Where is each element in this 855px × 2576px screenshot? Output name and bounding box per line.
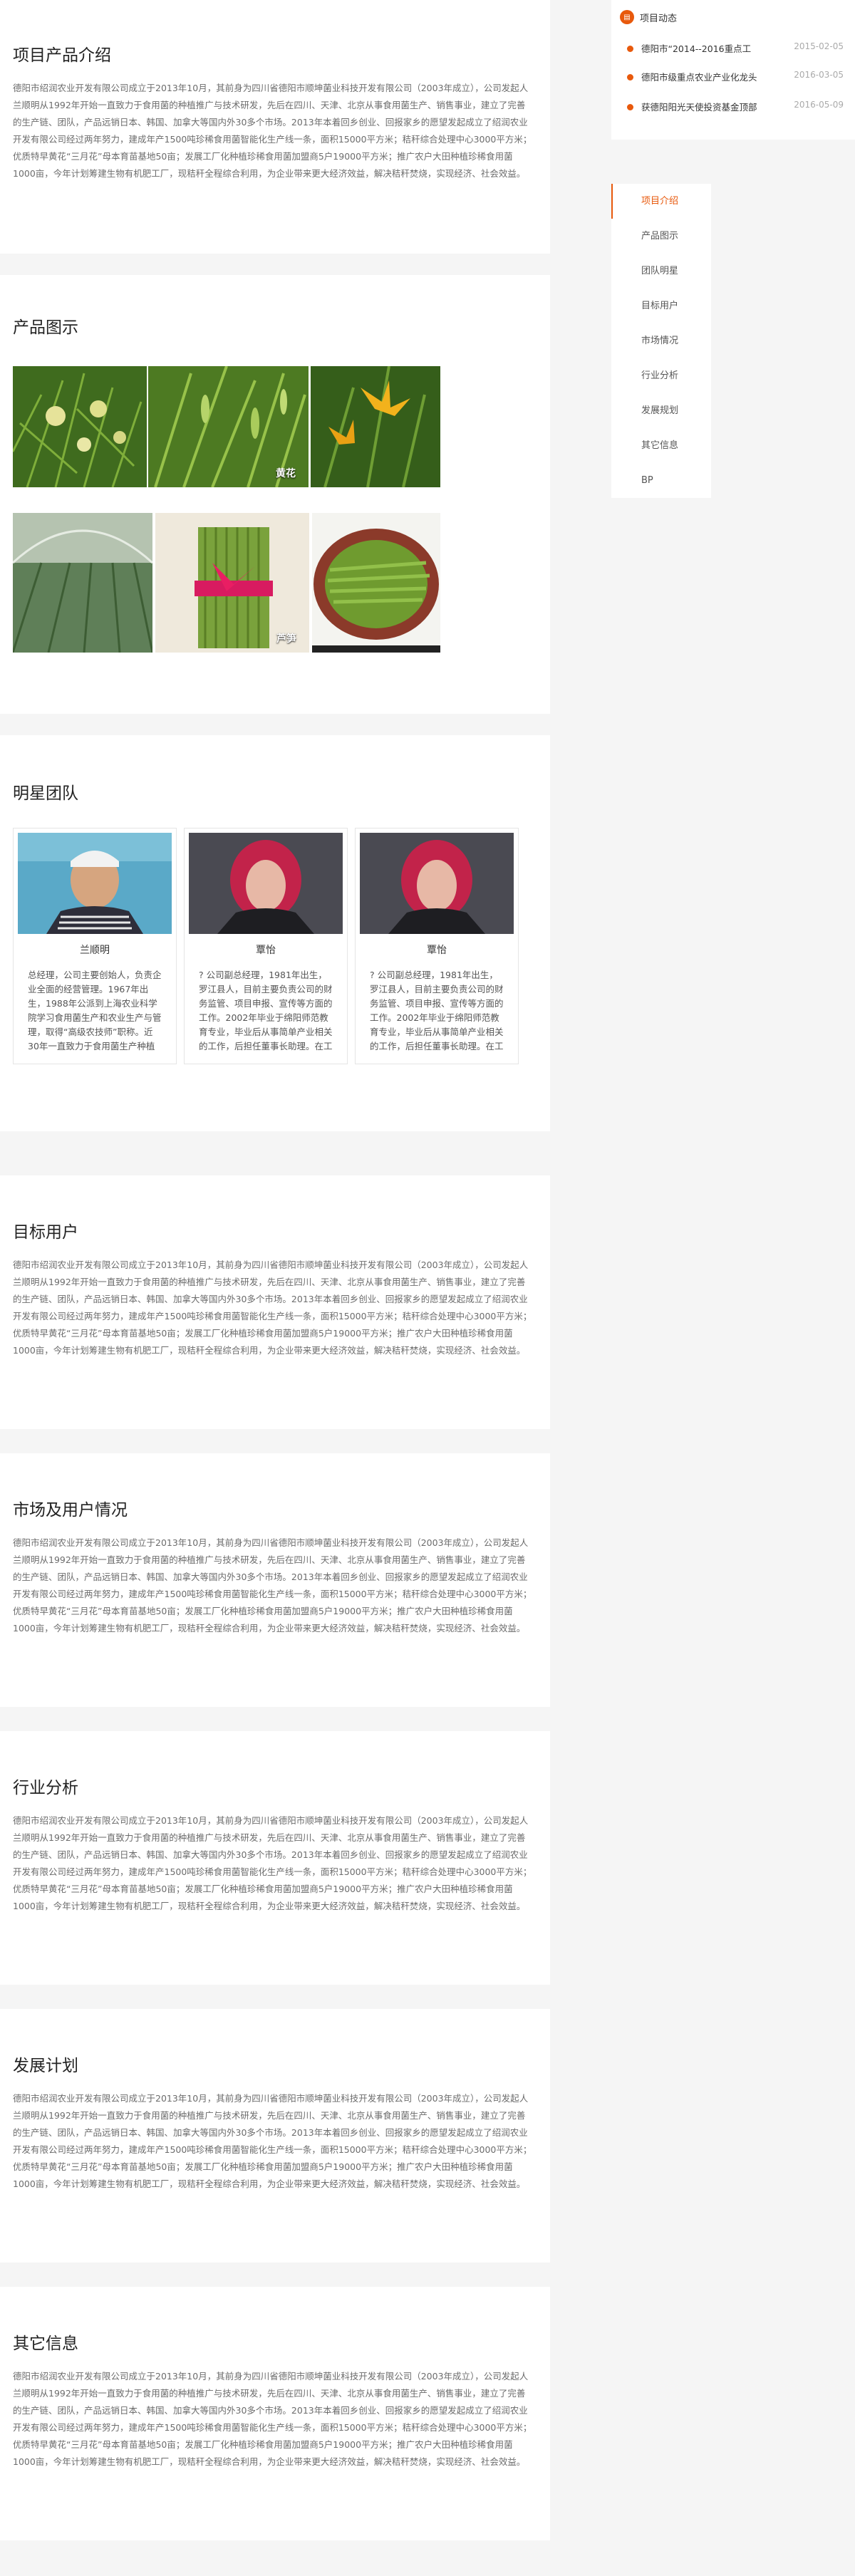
news-item-date: 2015-02-05	[794, 41, 844, 51]
member-name: 覃怡	[427, 945, 447, 956]
industry-section: 行业分析 德阳市绍润农业开发有限公司成立于2013年10月，其前身为四川省德阳市…	[0, 1731, 550, 1985]
member-photo	[189, 833, 343, 934]
market-section: 市场及用户情况 德阳市绍润农业开发有限公司成立于2013年10月，其前身为四川省…	[0, 1453, 550, 1707]
news-item-title[interactable]: 德阳市级重点农业产业化龙头	[641, 70, 784, 83]
member-name: 兰顺明	[80, 945, 110, 956]
member-bio: 总经理，公司主要创始人，负责企业全面的经营管理。1967年出生，1988年公派到…	[28, 970, 162, 1051]
member-name: 覃怡	[256, 945, 276, 956]
image-caption: 黄花	[276, 468, 296, 479]
member-photo	[18, 833, 172, 934]
other-info-text: 德阳市绍润农业开发有限公司成立于2013年10月，其前身为四川省德阳市顺坤菌业科…	[13, 2371, 532, 2467]
industry-text: 德阳市绍润农业开发有限公司成立于2013年10月，其前身为四川省德阳市顺坤菌业科…	[13, 1815, 532, 1911]
nav-item-products[interactable]: 产品图示	[611, 219, 711, 254]
nav-item-plan[interactable]: 发展规划	[611, 393, 711, 428]
news-icon: ▤	[620, 10, 634, 24]
member-bio: ? 公司副总经理，1981年出生，罗江县人，目前主要负责公司的财务监管、项目申报…	[199, 970, 333, 1051]
section-title: 行业分析	[13, 1779, 78, 1797]
other-info-section: 其它信息 德阳市绍润农业开发有限公司成立于2013年10月，其前身为四川省德阳市…	[0, 2287, 550, 2540]
nav-item-industry[interactable]: 行业分析	[611, 358, 711, 393]
intro-text: 德阳市绍润农业开发有限公司成立于2013年10月，其前身为四川省德阳市顺坤菌业科…	[13, 83, 532, 179]
target-users-text: 德阳市绍润农业开发有限公司成立于2013年10月，其前身为四川省德阳市顺坤菌业科…	[13, 1260, 532, 1356]
news-item-title[interactable]: 德阳市“2014--2016重点工	[641, 41, 784, 55]
section-title: 产品图示	[13, 318, 78, 337]
news-header: ▤ 项目动态	[620, 10, 677, 24]
image-caption: 芦笋	[276, 633, 296, 645]
team-member-card[interactable]: 覃怡 ? 公司副总经理，1981年出生，罗江县人，目前主要负责公司的财务监管、项…	[355, 828, 519, 1064]
plan-section: 发展计划 德阳市绍润农业开发有限公司成立于2013年10月，其前身为四川省德阳市…	[0, 2009, 550, 2263]
intro-section: 项目产品介绍 德阳市绍润农业开发有限公司成立于2013年10月，其前身为四川省德…	[0, 0, 550, 254]
news-item-date: 2016-05-09	[794, 100, 844, 110]
section-title: 市场及用户情况	[13, 1501, 128, 1520]
daylily-buds-image: 黄花	[148, 366, 309, 487]
project-news-panel: ▤ 项目动态 德阳市“2014--2016重点工 2015-02-05 德阳市级…	[611, 0, 855, 140]
nav-item-bp[interactable]: BP	[611, 463, 711, 498]
asparagus-basket-image	[312, 513, 440, 653]
news-item-title[interactable]: 获德阳阳光天使投资基金顶部	[641, 100, 784, 113]
nav-item-intro[interactable]: 项目介绍	[611, 184, 711, 219]
section-title: 发展计划	[13, 2057, 78, 2075]
news-item-date: 2016-03-05	[794, 70, 844, 80]
team-member-card[interactable]: 兰顺明 总经理，公司主要创始人，负责企业全面的经营管理。1967年出生，1988…	[13, 828, 177, 1064]
news-title: 项目动态	[640, 13, 678, 24]
bullet-icon	[627, 46, 633, 52]
member-photo	[360, 833, 514, 934]
daylily-flower-image	[311, 366, 440, 487]
nav-item-other[interactable]: 其它信息	[611, 428, 711, 463]
bullet-icon	[627, 74, 633, 80]
greenhouse-image	[13, 513, 152, 653]
section-nav: 项目介绍 产品图示 团队明星 目标用户 市场情况 行业分析 发展规划 其它信息 …	[611, 184, 711, 498]
news-item[interactable]: 德阳市“2014--2016重点工 2015-02-05	[627, 41, 854, 56]
plan-text: 德阳市绍润农业开发有限公司成立于2013年10月，其前身为四川省德阳市顺坤菌业科…	[13, 2093, 532, 2189]
news-item[interactable]: 德阳市级重点农业产业化龙头 2016-03-05	[627, 70, 854, 84]
member-bio: ? 公司副总经理，1981年出生，罗江县人，目前主要负责公司的财务监管、项目申报…	[370, 970, 504, 1051]
nav-item-market[interactable]: 市场情况	[611, 323, 711, 358]
team-member-card[interactable]: 覃怡 ? 公司副总经理，1981年出生，罗江县人，目前主要负责公司的财务监管、项…	[184, 828, 348, 1064]
daylily-field-image	[13, 366, 147, 487]
market-text: 德阳市绍润农业开发有限公司成立于2013年10月，其前身为四川省德阳市顺坤菌业科…	[13, 1537, 532, 1634]
bullet-icon	[627, 104, 633, 110]
section-title: 目标用户	[13, 1223, 78, 1242]
section-title: 其它信息	[13, 2334, 78, 2353]
section-title: 项目产品介绍	[13, 46, 111, 65]
products-section: 产品图示 黄花 芦笋	[0, 275, 550, 714]
target-users-section: 目标用户 德阳市绍润农业开发有限公司成立于2013年10月，其前身为四川省德阳市…	[0, 1175, 550, 1429]
nav-item-team[interactable]: 团队明星	[611, 254, 711, 289]
asparagus-bundle-image: 芦笋	[155, 513, 309, 653]
news-item[interactable]: 获德阳阳光天使投资基金顶部 2016-05-09	[627, 100, 854, 114]
section-title: 明星团队	[13, 784, 78, 803]
nav-item-target-users[interactable]: 目标用户	[611, 289, 711, 323]
